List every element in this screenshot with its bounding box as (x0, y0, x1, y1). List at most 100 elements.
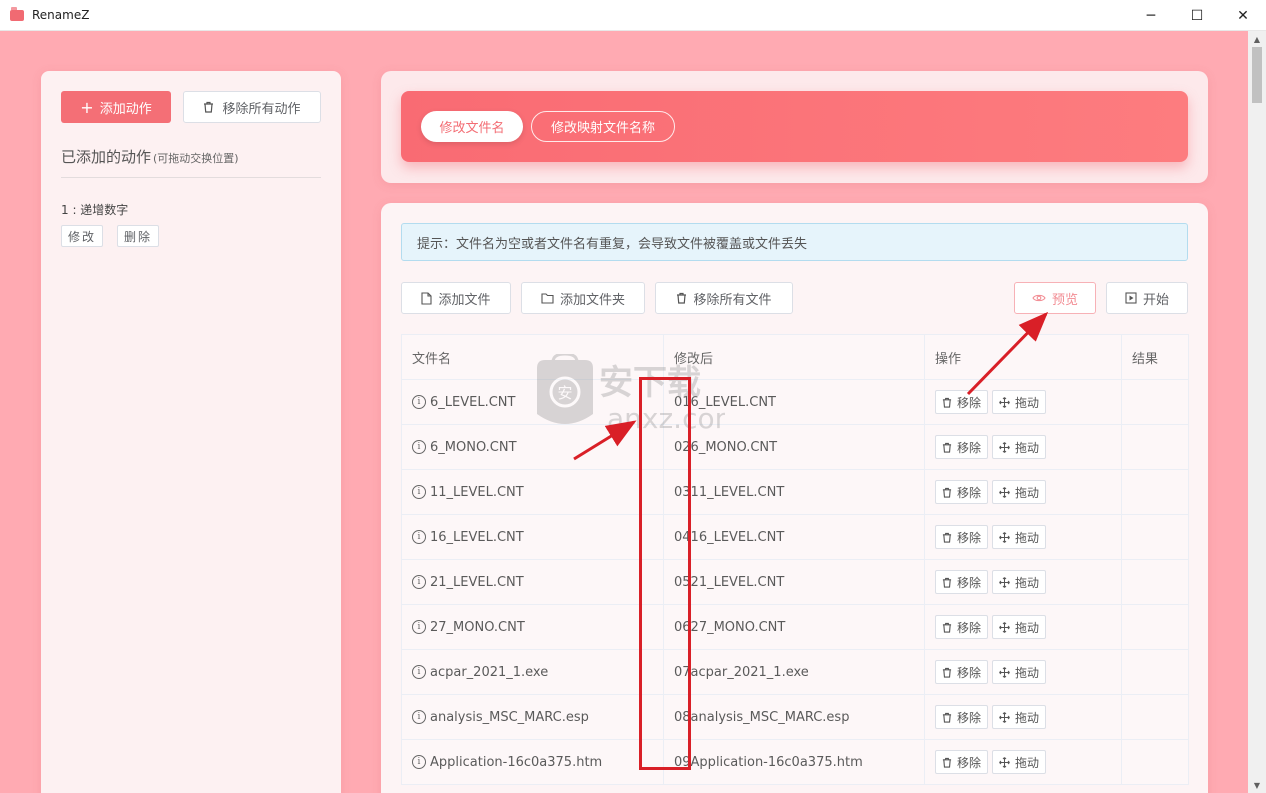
scroll-down-arrow-icon[interactable]: ▼ (1248, 777, 1266, 793)
trash-icon (942, 712, 952, 723)
remove-row-button[interactable]: 移除 (935, 750, 989, 774)
remove-label: 移除 (957, 710, 982, 725)
file-table: 文件名 修改后 操作 结果 i 6_LEVEL.CNT 016_LEVEL.CNT 移… (401, 334, 1189, 785)
ops-cell: 移除 拖动 (925, 515, 1122, 559)
info-icon[interactable]: i (412, 395, 426, 409)
actions-panel: + 添加动作 移除所有动作 已添加的动作 (可拖动交换位置) 1 : 递增数字 修… (41, 71, 341, 793)
remove-row-button[interactable]: 移除 (935, 660, 989, 684)
tab-rename-files[interactable]: 修改文件名 (421, 111, 523, 142)
remove-all-actions-label: 移除所有动作 (222, 101, 301, 117)
file-name: 16_LEVEL.CNT (430, 529, 524, 545)
info-icon[interactable]: i (412, 530, 426, 544)
table-row: i 21_LEVEL.CNT 0521_LEVEL.CNT 移除 拖动 (402, 560, 1189, 605)
scroll-thumb[interactable] (1252, 47, 1262, 103)
remove-row-button[interactable]: 移除 (935, 570, 989, 594)
close-button[interactable]: ✕ (1220, 0, 1266, 31)
info-icon[interactable]: i (412, 485, 426, 499)
remove-all-files-button[interactable]: 移除所有文件 (655, 282, 793, 314)
ops-cell: 移除 拖动 (925, 695, 1122, 739)
file-name: acpar_2021_1.exe (430, 664, 549, 680)
file-name: 6_LEVEL.CNT (430, 394, 516, 410)
tip-alert: 提示：文件名为空或者文件名有重复，会导致文件被覆盖或文件丢失 (401, 223, 1188, 261)
add-folder-button[interactable]: 添加文件夹 (521, 282, 645, 314)
ops-cell: 移除 拖动 (925, 740, 1122, 784)
file-name: Application-16c0a375.htm (430, 754, 603, 770)
modified-name-cell: 0311_LEVEL.CNT (664, 470, 925, 514)
minimize-button[interactable]: ─ (1128, 0, 1174, 31)
tab-rename-mapped[interactable]: 修改映射文件名称 (531, 111, 675, 142)
maximize-button[interactable]: ☐ (1174, 0, 1220, 31)
drag-row-button[interactable]: 拖动 (992, 660, 1047, 684)
remove-row-button[interactable]: 移除 (935, 435, 989, 459)
scroll-up-arrow-icon[interactable]: ▲ (1248, 31, 1266, 47)
remove-row-button[interactable]: 移除 (935, 480, 989, 504)
drag-row-button[interactable]: 拖动 (992, 435, 1047, 459)
table-row: i acpar_2021_1.exe 07acpar_2021_1.exe 移除 拖动 (402, 650, 1189, 695)
file-name-cell: i 6_MONO.CNT (402, 425, 664, 469)
modified-name-cell: 0627_MONO.CNT (664, 605, 925, 649)
trash-icon (942, 577, 952, 588)
result-cell (1122, 470, 1189, 514)
info-icon[interactable]: i (412, 575, 426, 589)
trash-icon (942, 397, 952, 408)
modified-name-cell: 0416_LEVEL.CNT (664, 515, 925, 559)
file-card: 提示：文件名为空或者文件名有重复，会导致文件被覆盖或文件丢失 添加文件 添加文件… (381, 203, 1208, 793)
remove-all-actions-button[interactable]: 移除所有动作 (183, 91, 321, 123)
remove-row-button[interactable]: 移除 (935, 525, 989, 549)
file-name: 21_LEVEL.CNT (430, 574, 524, 590)
move-icon (999, 621, 1010, 633)
info-icon[interactable]: i (412, 710, 426, 724)
result-cell (1122, 425, 1189, 469)
add-file-label: 添加文件 (438, 292, 491, 308)
trash-icon (942, 442, 952, 453)
move-icon (999, 576, 1010, 588)
drag-label: 拖动 (1015, 710, 1040, 725)
drag-row-button[interactable]: 拖动 (992, 750, 1047, 774)
info-icon[interactable]: i (412, 755, 426, 769)
remove-row-button[interactable]: 移除 (935, 615, 989, 639)
trash-icon (677, 292, 687, 304)
add-action-button[interactable]: + 添加动作 (61, 91, 171, 123)
modified-name: 0627_MONO.CNT (674, 619, 786, 635)
drag-row-button[interactable]: 拖动 (992, 615, 1047, 639)
result-cell (1122, 740, 1189, 784)
info-icon[interactable]: i (412, 440, 426, 454)
modified-name: 016_LEVEL.CNT (674, 394, 776, 410)
remove-row-button[interactable]: 移除 (935, 705, 989, 729)
table-row: i 6_MONO.CNT 026_MONO.CNT 移除 拖动 (402, 425, 1189, 470)
modified-name: 08analysis_MSC_MARC.esp (674, 709, 850, 725)
drag-label: 拖动 (1015, 620, 1040, 635)
drag-label: 拖动 (1015, 530, 1040, 545)
modified-name: 0311_LEVEL.CNT (674, 484, 785, 500)
move-icon (999, 756, 1010, 768)
start-button[interactable]: 开始 (1106, 282, 1188, 314)
info-icon[interactable]: i (412, 665, 426, 679)
edit-action-button[interactable]: 修改 (61, 225, 104, 247)
drag-row-button[interactable]: 拖动 (992, 480, 1047, 504)
table-row: i 16_LEVEL.CNT 0416_LEVEL.CNT 移除 拖动 (402, 515, 1189, 560)
table-body: i 6_LEVEL.CNT 016_LEVEL.CNT 移除 拖动 i 6_MONO.CNT… (402, 380, 1189, 785)
preview-button[interactable]: 预览 (1014, 282, 1096, 314)
modified-name-cell: 0521_LEVEL.CNT (664, 560, 925, 604)
vertical-scrollbar[interactable]: ▲ ▼ (1248, 31, 1266, 793)
trash-icon (942, 622, 952, 633)
trash-icon (942, 487, 952, 498)
drag-row-button[interactable]: 拖动 (992, 525, 1047, 549)
result-cell (1122, 380, 1189, 424)
info-icon[interactable]: i (412, 620, 426, 634)
drag-row-button[interactable]: 拖动 (992, 390, 1047, 414)
delete-action-button[interactable]: 删除 (117, 225, 160, 247)
remove-row-button[interactable]: 移除 (935, 390, 989, 414)
trash-icon (204, 101, 214, 113)
drag-label: 拖动 (1015, 440, 1040, 455)
remove-label: 移除 (957, 665, 982, 680)
drag-row-button[interactable]: 拖动 (992, 570, 1047, 594)
drag-row-button[interactable]: 拖动 (992, 705, 1047, 729)
file-icon (421, 291, 433, 305)
added-actions-title: 已添加的动作 (61, 148, 152, 166)
result-cell (1122, 650, 1189, 694)
file-name-cell: i acpar_2021_1.exe (402, 650, 664, 694)
add-file-button[interactable]: 添加文件 (401, 282, 511, 314)
remove-label: 移除 (957, 485, 982, 500)
result-cell (1122, 515, 1189, 559)
